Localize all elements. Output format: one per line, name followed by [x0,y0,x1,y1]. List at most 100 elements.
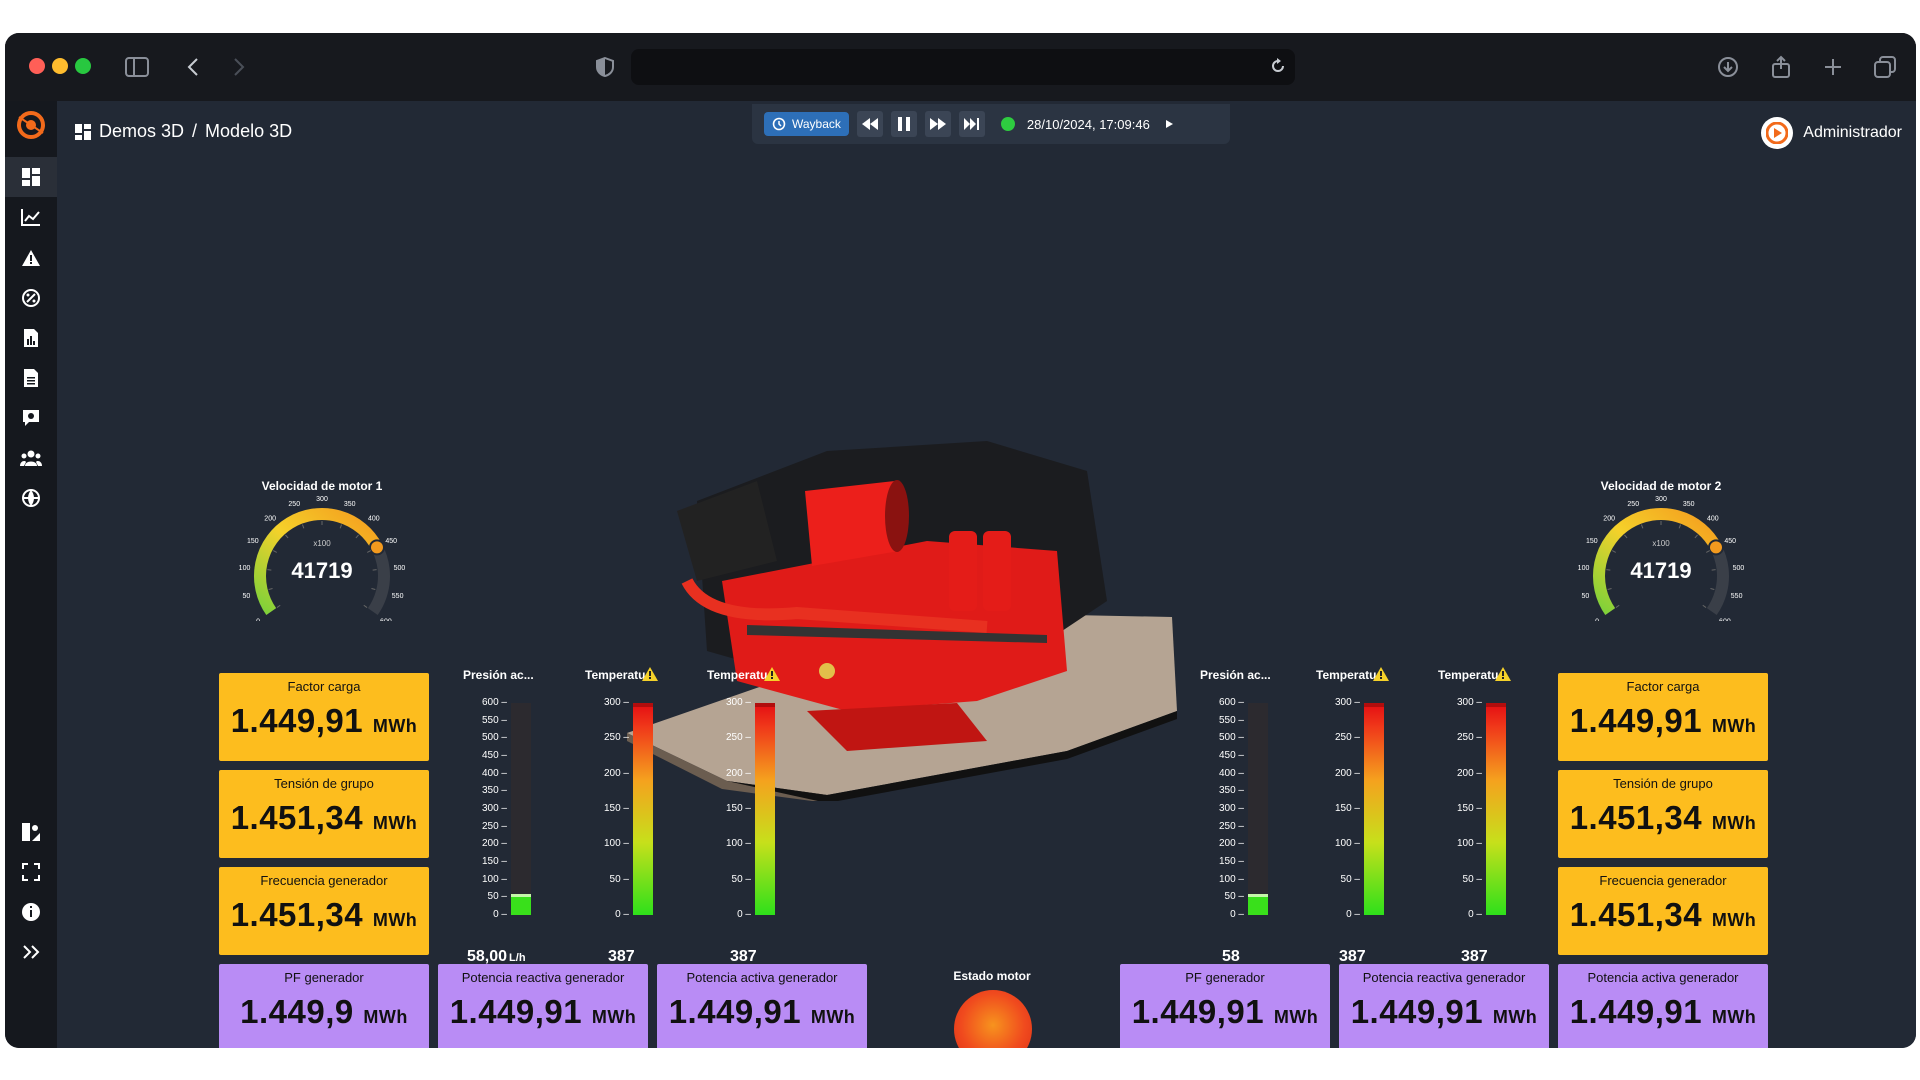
gauge-tick [1702,604,1707,608]
wayback-datetime[interactable]: 28/10/2024, 17:09:46 [1027,117,1150,132]
reload-icon[interactable] [1269,57,1287,80]
card-frecuencia-right: Frecuencia generador 1.451,34 MWh [1558,867,1768,955]
download-icon[interactable] [1708,51,1748,83]
gauge-tick [268,587,273,590]
gauge-tick-label: 400 [1707,516,1719,523]
gauge-tick-label: 500 [1733,565,1745,572]
gauge-tick-label: 50 [1581,593,1589,600]
live-indicator [1000,117,1015,131]
new-tab-icon[interactable] [1813,51,1853,83]
bar-track [633,703,653,915]
bar-tick-label: 500 – [1218,732,1244,744]
rewind-button[interactable] [856,111,883,137]
theme-icon[interactable] [5,812,57,852]
card-activa-right: Potencia activa generador 1.449,91 MWh [1558,964,1768,1048]
bar-track [1248,703,1268,915]
back-icon[interactable] [173,51,213,83]
pause-button[interactable] [890,111,917,137]
expand-icon[interactable] [5,932,57,972]
bar-tick-label: 300 – [1456,697,1482,708]
skip-end-icon [963,118,979,130]
comment-icon[interactable] [5,398,57,438]
bar-tick-label: 200 – [1334,767,1360,779]
maximize-window-button[interactable] [75,58,91,74]
bar-tick-label: 200 – [1456,767,1482,779]
fast-forward-button[interactable] [924,111,951,137]
gauge-tick [339,524,343,529]
shield-icon[interactable] [585,51,625,83]
gauge-tick [355,534,359,539]
tabs-overview-icon[interactable] [1865,51,1905,83]
oil-filter-1 [949,531,977,611]
app-sidebar [5,101,57,1048]
gauge-tick-label: 350 [344,501,356,508]
percent-icon[interactable] [5,278,57,318]
users-icon[interactable] [5,438,57,478]
bar-presion-left: 600 – 550 – 500 – 450 – 400 – 350 – 300 – 250 –… [463,697,543,925]
bar-temp2-right: 300 – 250 – 200 – 150 – 100 – 50 – 0 – [1438,697,1518,925]
info-icon[interactable] [5,892,57,932]
card-label: Tensión de grupo [274,776,374,791]
bar-tick-label: 300 – [603,697,629,708]
bar-tick-label: 0 – [1468,909,1482,920]
share-icon[interactable] [1761,51,1801,83]
play-icon[interactable] [1164,119,1174,129]
wayback-button[interactable]: Wayback [764,112,849,136]
gauge-tick-label: 50 [242,593,250,600]
app-logo-icon[interactable] [5,101,57,149]
gauge-tick [371,587,376,590]
gauge-multiplier: x100 [313,539,331,548]
bar-value-temp1-right: 387 [1339,948,1366,965]
bar-tick-label: 300 – [481,803,507,814]
card-tension-right: Tensión de grupo 1.451,34 MWh [1558,770,1768,858]
alert-icon[interactable] [5,238,57,278]
bar-track [1486,703,1506,915]
gauge-tick [1611,550,1616,553]
card-label: PF generador [284,970,364,985]
user-menu[interactable]: Administrador [1761,117,1902,149]
chart-line-icon[interactable] [5,197,57,237]
warning-icon [1495,667,1511,686]
gauge-tick-label: 450 [385,538,397,545]
breadcrumb-item-current: Modelo 3D [205,121,293,141]
close-window-button[interactable] [29,58,45,74]
gauge-tick-label: 400 [368,516,380,523]
gauge-tick [1694,534,1698,539]
bar-tick-label: 350 – [1218,785,1244,797]
minimize-window-button[interactable] [52,58,68,74]
card-factor-carga-right: Factor carga 1.449,91 MWh [1558,673,1768,761]
bar-fill [755,703,775,915]
globe-icon[interactable] [5,478,57,518]
gauge-tick [1615,604,1620,608]
dashboard-icon[interactable] [5,157,57,197]
gauge-tick-label: 550 [392,593,404,600]
gauge-tick [301,524,305,529]
card-unit: MWh [372,910,418,930]
skip-end-button[interactable] [958,111,985,137]
gauge-tick-label: 600 [380,619,392,621]
forward-icon[interactable] [219,51,259,83]
gauge-tick-label: 200 [1603,516,1615,523]
card-value: 1.449,91 [449,993,583,1030]
gauge-value: 41719 [1630,558,1691,583]
bar-track [511,703,531,915]
air-filter [805,481,899,566]
bar-tick-label: 150 – [725,803,751,814]
gauge-tick-label: 300 [316,496,328,503]
bar-tick-label: 250 – [1456,732,1482,744]
gauge-tick-label: 200 [264,516,276,523]
history-icon [772,117,786,131]
fast-forward-icon [929,118,946,130]
card-unit: MWh [1711,813,1757,833]
fullscreen-icon[interactable] [5,852,57,892]
bar-tick-label: 150 – [603,803,629,814]
sidebar-toggle-icon[interactable] [117,51,157,83]
breadcrumb-item-demos[interactable]: Demos 3D [99,121,184,142]
bar-tick-label: 600 – [1218,697,1244,708]
address-bar[interactable] [631,49,1295,85]
gauge-multiplier: x100 [1652,539,1670,548]
bar-unit: L/h [509,952,526,964]
bar-fill [511,894,531,915]
document-icon[interactable] [5,358,57,398]
report-icon[interactable] [5,318,57,358]
